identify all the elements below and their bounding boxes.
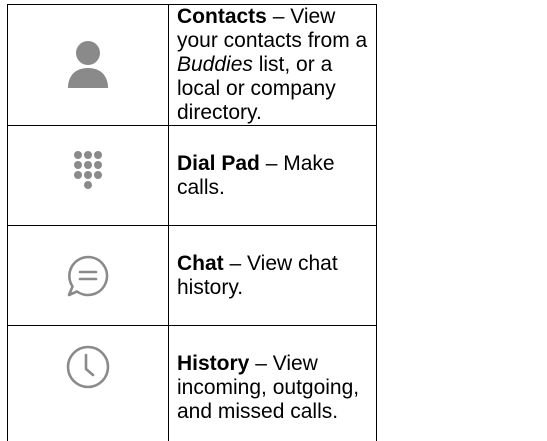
table-row-chat: Chat – View chat history. [7, 225, 377, 326]
description-chat: Chat – View chat history. [168, 225, 377, 326]
term-label: Chat [177, 251, 224, 275]
table-row-history: History – View incoming, outgoing, and m… [7, 325, 377, 441]
description-contacts: Contacts – View your contacts from a Bud… [168, 4, 377, 126]
term-label: Contacts [177, 5, 267, 28]
icon-cell-contacts [7, 4, 169, 126]
icon-cell-dial-pad [7, 125, 169, 226]
icon-cell-chat [7, 225, 169, 326]
chat-bubble-icon [8, 253, 168, 299]
icon-cell-history [7, 325, 169, 441]
clock-history-icon [8, 344, 168, 390]
dial-pad-icon [8, 150, 168, 202]
table-row-contacts: Contacts – View your contacts from a Bud… [7, 4, 377, 126]
table-row-dial-pad: Dial Pad – Make calls. [7, 125, 377, 226]
term-label: History [177, 352, 250, 375]
feature-table: Contacts – View your contacts from a Bud… [7, 4, 377, 441]
emphasis-text: Buddies [177, 53, 253, 76]
term-label: Dial Pad [177, 151, 260, 175]
description-dial-pad: Dial Pad – Make calls. [168, 125, 377, 226]
contacts-person-icon [8, 39, 168, 91]
description-history: History – View incoming, outgoing, and m… [168, 325, 377, 441]
